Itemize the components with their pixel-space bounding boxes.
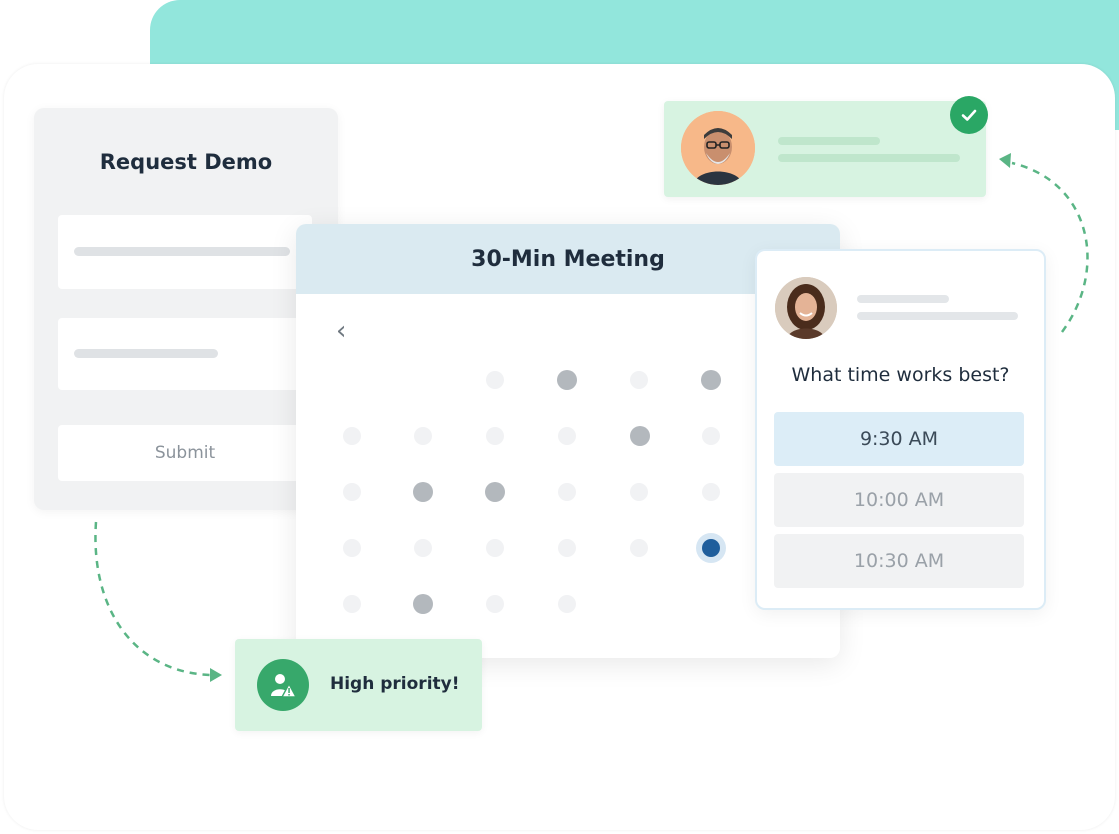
calendar-day[interactable] xyxy=(702,427,720,445)
woman-avatar-icon xyxy=(775,277,837,339)
calendar-day-available[interactable] xyxy=(557,370,577,390)
time-slot-930[interactable]: 9:30 AM xyxy=(774,412,1024,466)
calendar-day-selected[interactable] xyxy=(702,539,720,557)
email-field[interactable] xyxy=(58,318,312,390)
contact-avatar xyxy=(681,111,755,185)
calendar-day[interactable] xyxy=(486,371,504,389)
user-warning-glyph xyxy=(271,674,297,698)
calendar-day[interactable] xyxy=(343,427,361,445)
calendar-day[interactable] xyxy=(343,483,361,501)
calendar-day[interactable] xyxy=(558,483,576,501)
calendar-day[interactable] xyxy=(486,427,504,445)
priority-user-icon xyxy=(257,659,309,711)
calendar-day[interactable] xyxy=(486,595,504,613)
time-slot-1000[interactable]: 10:00 AM xyxy=(774,473,1024,527)
calendar-day[interactable] xyxy=(702,483,720,501)
contact-detail-placeholder xyxy=(778,154,960,162)
field-placeholder-bar xyxy=(74,247,290,256)
check-icon xyxy=(950,96,988,134)
calendar-day[interactable] xyxy=(630,371,648,389)
host-avatar xyxy=(775,277,837,339)
time-question: What time works best? xyxy=(791,364,1010,386)
calendar-day-available[interactable] xyxy=(701,370,721,390)
calendar-day[interactable] xyxy=(558,427,576,445)
chevron-left-icon[interactable]: ‹ xyxy=(336,316,346,346)
priority-label: High priority! xyxy=(330,674,460,694)
contact-name-placeholder xyxy=(778,137,880,145)
calendar-day[interactable] xyxy=(630,539,648,557)
calendar-day[interactable] xyxy=(414,539,432,557)
calendar-day[interactable] xyxy=(558,539,576,557)
host-name-placeholder xyxy=(857,295,949,303)
calendar-day-available[interactable] xyxy=(413,594,433,614)
calendar-day-available[interactable] xyxy=(413,482,433,502)
field-placeholder-bar xyxy=(74,349,218,358)
calendar-day-available[interactable] xyxy=(485,482,505,502)
checkmark-glyph xyxy=(961,109,977,121)
submit-button[interactable]: Submit xyxy=(58,425,312,481)
form-title: Request Demo xyxy=(99,150,273,174)
host-detail-placeholder xyxy=(857,312,1018,320)
calendar-day[interactable] xyxy=(343,539,361,557)
calendar-day-available[interactable] xyxy=(630,426,650,446)
calendar-day[interactable] xyxy=(414,427,432,445)
calendar-day[interactable] xyxy=(343,595,361,613)
calendar-day[interactable] xyxy=(558,595,576,613)
calendar-day[interactable] xyxy=(486,539,504,557)
time-slot-1030[interactable]: 10:30 AM xyxy=(774,534,1024,588)
man-avatar-icon xyxy=(681,111,755,185)
name-field[interactable] xyxy=(58,215,312,289)
calendar-day[interactable] xyxy=(630,483,648,501)
